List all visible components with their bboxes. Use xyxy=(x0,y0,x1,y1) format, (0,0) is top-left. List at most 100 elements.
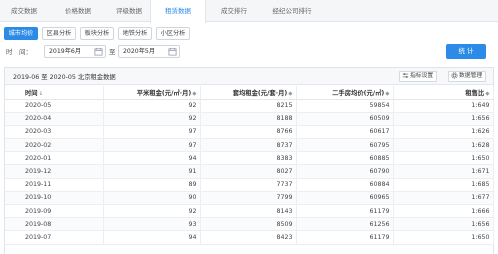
cell-resale-price: 61179 xyxy=(296,204,394,219)
cell-rent-per-unit: 8027 xyxy=(200,164,297,179)
tab-broker-ranking[interactable]: 经纪公司排行 xyxy=(256,0,328,22)
end-date-value: 2020年5月 xyxy=(123,48,156,55)
cell-resale-price: 61256 xyxy=(296,217,394,232)
table-row: 2020-03 97 8766 60617 1:626 xyxy=(5,125,494,140)
cell-rent-per-unit: 8215 xyxy=(200,99,297,113)
cell-resale-price: 60965 xyxy=(296,191,394,206)
header-label: 时间 xyxy=(25,89,38,97)
sort-icon: ◆ xyxy=(288,90,293,97)
table-row: 2019-09 92 8143 61179 1:666 xyxy=(5,204,494,219)
data-management-button[interactable]: 数据管理 xyxy=(448,71,487,82)
subtab-city-average[interactable]: 城市均价 xyxy=(4,27,38,40)
col-header-resale-price[interactable]: 二手房均价(元/㎡)◆ xyxy=(296,86,394,100)
sort-icon: ◆ xyxy=(485,90,490,97)
indicator-settings-button[interactable]: 指标设置 xyxy=(399,71,438,82)
subtab-community[interactable]: 小区分析 xyxy=(156,27,190,40)
calendar-icon xyxy=(94,47,103,56)
cell-rent-per-sqm: 94 xyxy=(103,151,201,166)
cell-rent-per-unit: 8509 xyxy=(200,217,297,232)
cell-rent-per-sqm: 97 xyxy=(103,125,201,140)
start-date-input[interactable]: 2019年6月 xyxy=(44,45,106,58)
sort-icon: ◆ xyxy=(385,90,390,97)
cell-time: 2020-01 xyxy=(5,151,104,166)
cell-ratio: 1:677 xyxy=(393,191,494,206)
cell-ratio: 1:666 xyxy=(393,204,494,219)
cell-time: 2020-02 xyxy=(5,138,104,153)
tab-rating-data[interactable]: 评级数据 xyxy=(106,0,152,22)
cell-rent-per-sqm: 89 xyxy=(103,178,201,192)
panel-header: 2019-06 至 2020-05 北京租金数据 指标设置 数据管理 xyxy=(5,68,493,85)
col-header-rent-per-unit[interactable]: 套均租金(元/套·月)◆ xyxy=(200,86,297,100)
table-row: 2020-02 97 8737 60795 1:628 xyxy=(5,138,494,153)
cell-ratio: 1:656 xyxy=(393,217,494,232)
cell-rent-per-unit: 7737 xyxy=(200,178,297,192)
col-header-rent-sale-ratio[interactable]: 租售比◆ xyxy=(393,86,494,100)
start-date-value: 2019年6月 xyxy=(49,48,82,55)
cell-rent-per-unit: 8423 xyxy=(200,230,297,245)
top-nav: 成交数据 价格数据 评级数据 租赁数据 成交排行 经纪公司排行 xyxy=(0,0,498,23)
data-management-label: 数据管理 xyxy=(459,73,483,79)
cell-rent-per-sqm: 92 xyxy=(103,99,201,113)
table-row: 2020-05 92 8215 59854 1:649 xyxy=(5,99,494,113)
end-date-input[interactable]: 2020年5月 xyxy=(118,45,180,58)
cell-resale-price: 60885 xyxy=(296,151,394,166)
cell-time: 2020-03 xyxy=(5,125,104,140)
cell-resale-price: 60617 xyxy=(296,125,394,140)
cell-ratio: 1:626 xyxy=(393,125,494,140)
table-row: 2019-12 91 8027 60790 1:671 xyxy=(5,164,494,179)
subtab-district[interactable]: 区县分析 xyxy=(42,27,76,40)
cell-rent-per-sqm: 92 xyxy=(103,204,201,219)
tab-transaction-data[interactable]: 成交数据 xyxy=(0,0,48,22)
cell-ratio: 1:685 xyxy=(393,178,494,192)
cell-rent-per-sqm: 97 xyxy=(103,138,201,153)
cell-ratio: 1:650 xyxy=(393,151,494,166)
cell-rent-per-unit: 8766 xyxy=(200,125,297,140)
cell-resale-price: 61179 xyxy=(296,230,394,245)
cell-resale-price: 60509 xyxy=(296,112,394,126)
cell-rent-per-unit: 8383 xyxy=(200,151,297,166)
header-label: 套均租金(元/套·月) xyxy=(232,89,288,97)
subtab-subway[interactable]: 地铁分析 xyxy=(118,27,152,40)
header-label: 二手房均价(元/㎡) xyxy=(332,89,385,97)
cell-time: 2019-11 xyxy=(5,178,104,192)
tab-rental-data[interactable]: 租赁数据 xyxy=(150,0,206,23)
cell-ratio: 1:628 xyxy=(393,138,494,153)
table-row: 2019-07 94 8423 61179 1:650 xyxy=(5,230,494,245)
table-row: 2019-08 93 8509 61256 1:656 xyxy=(5,217,494,232)
table-row: 2020-01 94 8383 60885 1:650 xyxy=(5,151,494,166)
cell-rent-per-unit: 8188 xyxy=(200,112,297,126)
cell-rent-per-sqm: 90 xyxy=(103,191,201,206)
cell-time: 2019-09 xyxy=(5,204,104,219)
cell-time: 2019-07 xyxy=(5,230,104,245)
table-row: 2019-10 90 7799 60965 1:677 xyxy=(5,191,494,206)
header-label: 平米租金(元/㎡·月) xyxy=(136,89,192,97)
cell-rent-per-sqm: 92 xyxy=(103,112,201,126)
table-row: 2020-04 92 8188 60509 1:656 xyxy=(5,112,494,126)
gear-icon xyxy=(451,72,458,79)
indicator-settings-label: 指标设置 xyxy=(410,73,434,79)
cell-rent-per-sqm: 93 xyxy=(103,217,201,232)
cell-rent-per-unit: 8143 xyxy=(200,204,297,219)
col-header-time[interactable]: 时间↓ xyxy=(5,86,104,100)
cell-resale-price: 59854 xyxy=(296,99,394,113)
sort-icon: ◆ xyxy=(192,90,197,97)
tab-transaction-ranking[interactable]: 成交排行 xyxy=(206,0,262,22)
subtab-sector[interactable]: 板块分析 xyxy=(80,27,114,40)
sort-desc-icon: ↓ xyxy=(38,90,44,97)
time-label: 时 间： xyxy=(6,48,32,56)
cell-rent-per-unit: 8737 xyxy=(200,138,297,153)
cell-rent-per-sqm: 94 xyxy=(103,230,201,245)
cell-time: 2020-04 xyxy=(5,112,104,126)
table-row: 2019-11 89 7737 60884 1:685 xyxy=(5,178,494,192)
statistics-button[interactable]: 统 计 xyxy=(446,44,486,59)
filter-bar: 时 间： 2019年6月 至 2020年5月 统 计 xyxy=(0,44,498,60)
cell-resale-price: 60790 xyxy=(296,164,394,179)
col-header-rent-per-sqm[interactable]: 平米租金(元/㎡·月)◆ xyxy=(103,86,201,100)
sliders-icon xyxy=(402,73,409,78)
cell-resale-price: 60884 xyxy=(296,178,394,192)
to-label: 至 xyxy=(109,48,116,56)
cell-rent-per-unit: 7799 xyxy=(200,191,297,206)
header-label: 租售比 xyxy=(465,89,485,97)
cell-resale-price: 60795 xyxy=(296,138,394,153)
tab-price-data[interactable]: 价格数据 xyxy=(52,0,104,22)
